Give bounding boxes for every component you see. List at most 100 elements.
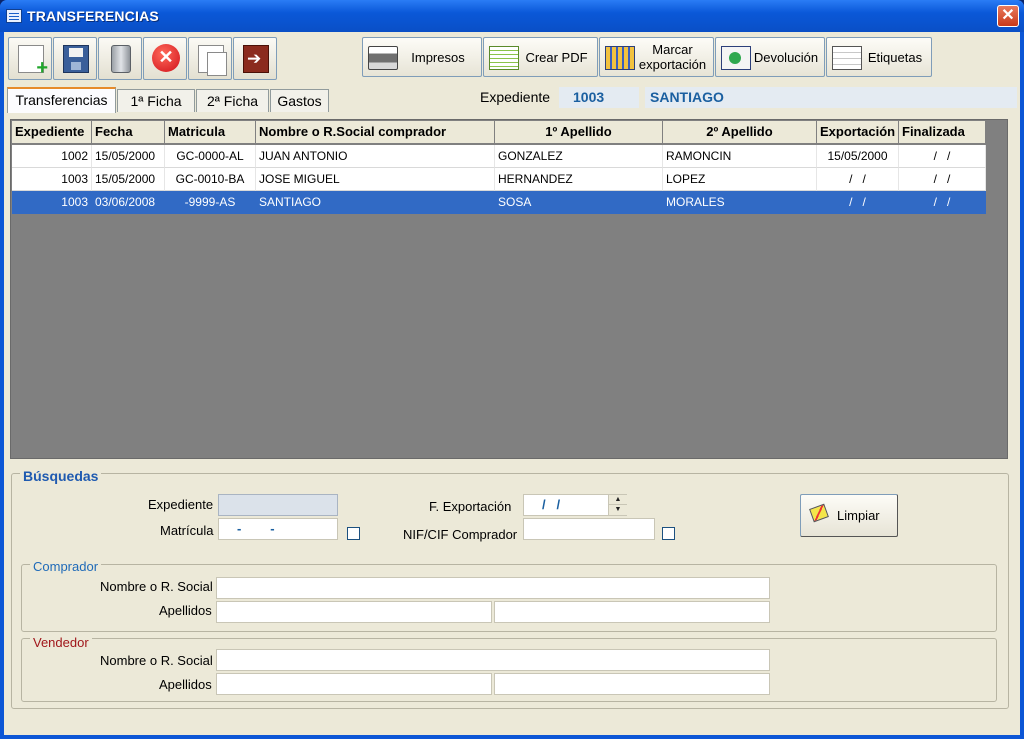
- fexportacion-spinner[interactable]: ▲ ▼: [608, 495, 627, 515]
- col-header-apellido2[interactable]: 2º Apellido: [663, 121, 817, 144]
- cell-apellido1: HERNANDEZ: [495, 168, 663, 191]
- close-button[interactable]: ✕: [997, 5, 1019, 27]
- busquedas-title: Búsquedas: [20, 468, 102, 484]
- new-button[interactable]: [8, 37, 52, 80]
- mark-export-icon: [605, 46, 635, 70]
- copy-button[interactable]: [188, 37, 232, 80]
- exit-button[interactable]: [233, 37, 277, 80]
- cell-expediente: 1002: [12, 145, 92, 168]
- col-header-exportacion[interactable]: Exportación: [817, 121, 899, 144]
- tab-2a-ficha[interactable]: 2ª Ficha: [196, 89, 269, 112]
- cell-nombre: JOSE MIGUEL: [256, 168, 495, 191]
- spin-down-icon[interactable]: ▼: [609, 505, 627, 515]
- vendedor-apellidos-label: Apellidos: [159, 677, 212, 692]
- vendedor-apellido2-input[interactable]: [494, 673, 770, 695]
- devolucion-label: Devolución: [753, 49, 819, 65]
- save-button[interactable]: [53, 37, 97, 80]
- cell-fecha: 03/06/2008: [92, 191, 165, 214]
- limpiar-label: Limpiar: [837, 508, 880, 523]
- col-header-expediente[interactable]: Expediente: [12, 121, 92, 144]
- cell-matricula: GC-0010-BA: [165, 168, 256, 191]
- expediente-number: 1003: [559, 87, 639, 108]
- copy-icon: [198, 45, 227, 76]
- matricula-search-input[interactable]: - -: [218, 518, 338, 540]
- cell-apellido1: SOSA: [495, 191, 663, 214]
- vendedor-title: Vendedor: [30, 635, 92, 650]
- exit-icon: [243, 45, 269, 73]
- limpiar-button[interactable]: Limpiar: [800, 494, 898, 537]
- cell-exportacion: / /: [817, 168, 899, 191]
- cell-finalizada: / /: [899, 191, 986, 214]
- fexportacion-label: F. Exportación: [429, 499, 512, 514]
- cell-matricula: GC-0000-AL: [165, 145, 256, 168]
- printer-icon: [368, 46, 398, 70]
- eraser-icon: [809, 503, 829, 523]
- table-row[interactable]: 1002 15/05/2000 GC-0000-AL JUAN ANTONIO …: [12, 145, 986, 168]
- spin-up-icon[interactable]: ▲: [609, 495, 627, 505]
- cell-nombre: SANTIAGO: [256, 191, 495, 214]
- tab-gastos[interactable]: Gastos: [270, 89, 329, 112]
- cell-apellido1: GONZALEZ: [495, 145, 663, 168]
- comprador-apellido2-input[interactable]: [494, 601, 770, 623]
- delete-button[interactable]: [98, 37, 142, 80]
- nif-cif-checkbox[interactable]: [662, 527, 675, 540]
- comprador-nombre-input[interactable]: [216, 577, 770, 599]
- transferencias-grid[interactable]: Expediente Fecha Matricula Nombre o R.So…: [10, 119, 1008, 459]
- close-icon: ✕: [1001, 7, 1015, 24]
- window-app-icon: [6, 9, 22, 23]
- tab-1a-ficha[interactable]: 1ª Ficha: [117, 89, 195, 112]
- nif-cif-label: NIF/CIF Comprador: [403, 527, 518, 542]
- impresos-label: Impresos: [411, 49, 465, 65]
- comprador-title: Comprador: [30, 559, 102, 574]
- vendedor-apellido1-input[interactable]: [216, 673, 492, 695]
- marcar-exportacion-button[interactable]: Marcar exportación: [599, 37, 714, 77]
- cell-exportacion: 15/05/2000: [817, 145, 899, 168]
- cell-nombre: JUAN ANTONIO: [256, 145, 495, 168]
- col-header-nombre[interactable]: Nombre o R.Social comprador: [256, 121, 495, 144]
- matricula-search-label: Matrícula: [160, 523, 214, 538]
- vendedor-nombre-label: Nombre o R. Social: [100, 653, 213, 668]
- col-header-apellido1[interactable]: 1º Apellido: [495, 121, 663, 144]
- table-row[interactable]: 1003 15/05/2000 GC-0010-BA JOSE MIGUEL H…: [12, 168, 986, 191]
- crear-pdf-label: Crear PDF: [525, 49, 588, 65]
- window-title: TRANSFERENCIAS: [27, 8, 159, 24]
- tab-transferencias[interactable]: Transferencias: [7, 87, 116, 113]
- client-area: ✕ Impresos Crear PDF Marcar exportación …: [4, 32, 1020, 735]
- title-bar[interactable]: TRANSFERENCIAS ✕: [0, 0, 1024, 32]
- cell-expediente: 1003: [12, 191, 92, 214]
- labels-printer-icon: [832, 46, 862, 70]
- new-document-icon: [18, 45, 48, 78]
- pdf-document-icon: [489, 46, 519, 70]
- nif-cif-input[interactable]: [523, 518, 655, 540]
- crear-pdf-button[interactable]: Crear PDF: [483, 37, 598, 77]
- app-window: TRANSFERENCIAS ✕ ✕ Impresos Crear PDF Ma…: [0, 0, 1024, 739]
- cell-apellido2: RAMONCIN: [663, 145, 817, 168]
- cell-expediente: 1003: [12, 168, 92, 191]
- cancel-button[interactable]: ✕: [143, 37, 187, 80]
- devolucion-button[interactable]: Devolución: [715, 37, 825, 77]
- comprador-apellido1-input[interactable]: [216, 601, 492, 623]
- expediente-search-label: Expediente: [148, 497, 214, 512]
- vendedor-nombre-input[interactable]: [216, 649, 770, 671]
- save-icon: [63, 45, 89, 73]
- cell-apellido2: MORALES: [663, 191, 817, 214]
- return-icon: [721, 46, 751, 70]
- table-row-selected[interactable]: 1003 03/06/2008 -9999-AS SANTIAGO SOSA M…: [12, 191, 986, 214]
- impresos-button[interactable]: Impresos: [362, 37, 482, 77]
- expediente-header-label: Expediente: [480, 89, 551, 105]
- cell-exportacion: / /: [817, 191, 899, 214]
- expediente-name: SANTIAGO: [645, 87, 1017, 108]
- matricula-checkbox[interactable]: [347, 527, 360, 540]
- comprador-nombre-label: Nombre o R. Social: [100, 579, 213, 594]
- cell-finalizada: / /: [899, 168, 986, 191]
- cell-finalizada: / /: [899, 145, 986, 168]
- cell-fecha: 15/05/2000: [92, 145, 165, 168]
- etiquetas-button[interactable]: Etiquetas: [826, 37, 932, 77]
- cell-fecha: 15/05/2000: [92, 168, 165, 191]
- cell-matricula: -9999-AS: [165, 191, 256, 214]
- col-header-finalizada[interactable]: Finalizada: [899, 121, 986, 144]
- expediente-search-input[interactable]: [218, 494, 338, 516]
- cell-apellido2: LOPEZ: [663, 168, 817, 191]
- col-header-fecha[interactable]: Fecha: [92, 121, 165, 144]
- col-header-matricula[interactable]: Matricula: [165, 121, 256, 144]
